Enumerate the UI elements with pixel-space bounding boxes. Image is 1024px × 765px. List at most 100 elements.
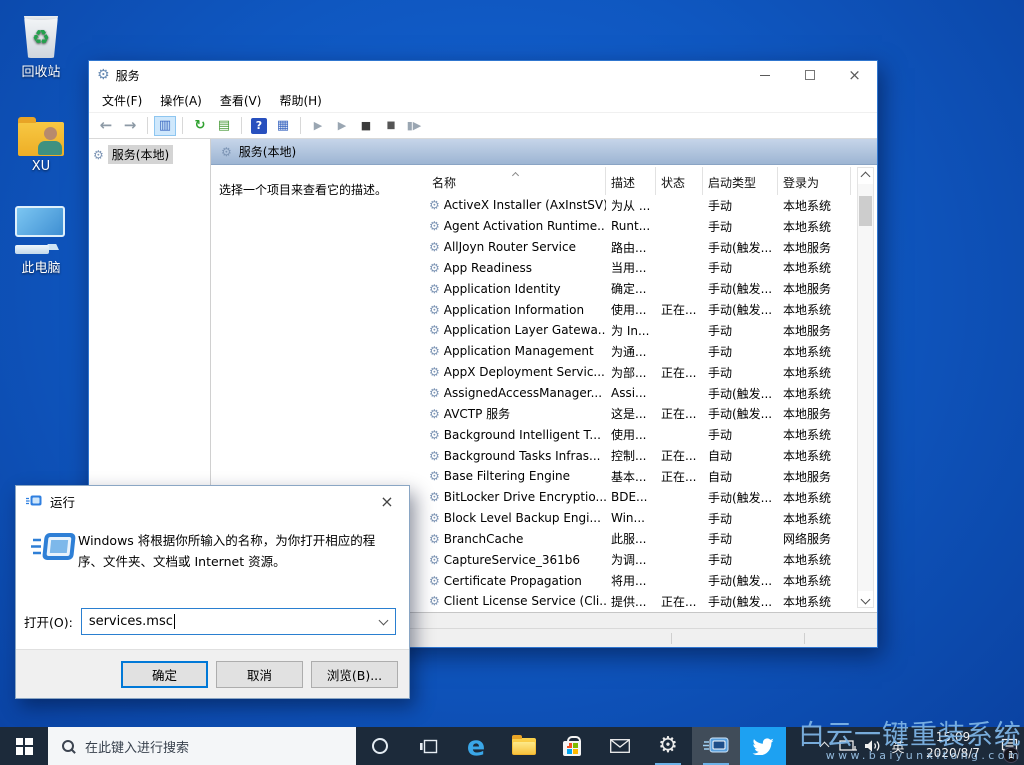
services-titlebar[interactable]: ⚙ 服务 × (89, 61, 877, 89)
menu-item[interactable]: 查看(V) (211, 89, 271, 112)
minimize-button[interactable] (742, 61, 787, 89)
service-row[interactable]: ⚙ Certificate Propagation 将用... 手动(触发...… (427, 570, 861, 591)
service-row[interactable]: ⚙ AllJoyn Router Service 路由... 手动(触发... … (427, 237, 861, 258)
cancel-button[interactable]: 取消 (216, 661, 303, 688)
service-row[interactable]: ⚙ Application Layer Gatewa... 为 In... 手动… (427, 320, 861, 341)
cortana-button[interactable] (356, 727, 404, 765)
service-status: 正在... (656, 593, 703, 610)
service-row[interactable]: ⚙ App Readiness 当用... 手动 本地系统 (427, 258, 861, 279)
service-startup-type: 手动(触发... (703, 572, 778, 589)
stop-service-icon[interactable]: ■ (355, 116, 377, 136)
column-header-logon-as[interactable]: 登录为 (778, 167, 851, 195)
service-gear-icon: ⚙ (429, 387, 440, 399)
refresh-icon[interactable]: ↻ (189, 116, 211, 136)
service-row[interactable]: ⚙ Agent Activation Runtime... Runt... 手动… (427, 216, 861, 237)
services-list[interactable]: ⚙ ActiveX Installer (AxInstSV) 为从 ... 手动… (427, 195, 861, 612)
service-row[interactable]: ⚙ Base Filtering Engine 基本... 正在... 自动 本… (427, 466, 861, 487)
tree-item-services-local[interactable]: ⚙ 服务(本地) (93, 145, 206, 164)
service-name: Application Layer Gatewa... (444, 323, 606, 337)
service-logon-as: 本地系统 (778, 343, 851, 360)
menu-item[interactable]: 文件(F) (93, 89, 151, 112)
store-button[interactable] (548, 727, 596, 765)
service-row[interactable]: ⚙ BranchCache 此服... 手动 网络服务 (427, 529, 861, 550)
open-combobox[interactable]: services.msc (81, 608, 396, 635)
browse-button[interactable]: 浏览(B)... (311, 661, 398, 688)
hidden-icons-chevron[interactable] (812, 743, 836, 750)
twitter-button[interactable] (740, 727, 786, 765)
network-tray-icon[interactable] (836, 740, 860, 753)
open-input-value[interactable]: services.msc (89, 614, 173, 629)
services-node-icon: ⚙ (93, 149, 104, 161)
file-explorer-button[interactable] (500, 727, 548, 765)
service-row[interactable]: ⚙ Application Management 为通... 手动 本地系统 (427, 341, 861, 362)
menu-item[interactable]: 操作(A) (151, 89, 211, 112)
service-startup-type: 手动 (703, 426, 778, 443)
edge-button[interactable]: e (452, 727, 500, 765)
scroll-up-icon[interactable] (858, 168, 873, 184)
service-gear-icon: ⚙ (429, 220, 440, 232)
edge-icon: e (467, 733, 485, 760)
pause-service-icon[interactable]: ▮▮ (379, 116, 401, 136)
service-row[interactable]: ⚙ CaptureService_361b6 为调... 手动 本地系统 (427, 549, 861, 570)
run-taskbar-button[interactable] (692, 727, 740, 765)
back-icon[interactable]: ← (95, 116, 117, 136)
column-header-startup-type[interactable]: 启动类型 (703, 167, 778, 195)
menu-item[interactable]: 帮助(H) (270, 89, 330, 112)
column-header-status[interactable]: 状态 (656, 167, 703, 195)
restart-service-icon[interactable]: ▮▶ (403, 116, 425, 136)
service-row[interactable]: ⚙ Background Tasks Infras... 控制... 正在...… (427, 445, 861, 466)
service-gear-icon: ⚙ (429, 366, 440, 378)
service-description: 这是... (606, 405, 656, 422)
service-description: 为部... (606, 364, 656, 381)
service-row[interactable]: ⚙ ActiveX Installer (AxInstSV) 为从 ... 手动… (427, 195, 861, 216)
taskbar-search[interactable]: 在此键入进行搜索 (48, 727, 356, 765)
mail-button[interactable] (596, 727, 644, 765)
scroll-down-icon[interactable] (858, 591, 873, 607)
start-service-icon[interactable]: ▶ (307, 116, 329, 136)
taskbar-clock[interactable]: 15:09 2020/8/7 (912, 730, 994, 761)
scrollbar-thumb[interactable] (859, 196, 872, 226)
notification-count-badge[interactable]: 1 (1003, 747, 1019, 763)
service-gear-icon: ⚙ (429, 262, 440, 274)
run-description: Windows 将根据你所输入的名称，为你打开相应的程序、文件夹、文档或 Int… (78, 530, 390, 573)
desktop-icon-recycle-bin[interactable]: ♻ 回收站 (8, 6, 74, 80)
start-button[interactable] (0, 727, 48, 765)
input-language-indicator[interactable]: 英 (884, 737, 912, 756)
service-startup-type: 手动 (703, 259, 778, 276)
service-row[interactable]: ⚙ BitLocker Drive Encryptio... BDE... 手动… (427, 487, 861, 508)
service-row[interactable]: ⚙ Application Information 使用... 正在... 手动… (427, 299, 861, 320)
show-action-pane-icon[interactable]: ▦ (272, 116, 294, 136)
help-icon[interactable]: ? (248, 116, 270, 136)
service-row[interactable]: ⚙ AssignedAccessManager... Assi... 手动(触发… (427, 383, 861, 404)
task-view-button[interactable] (404, 727, 452, 765)
show-console-tree-icon[interactable]: ▥ (154, 116, 176, 136)
service-row[interactable]: ⚙ Application Identity 确定... 手动(触发... 本地… (427, 278, 861, 299)
open-label: 打开(O): (24, 612, 73, 631)
column-header-description[interactable]: 描述 (606, 167, 656, 195)
desktop-icon-xu-folder[interactable]: XU (8, 104, 74, 174)
forward-icon[interactable]: → (119, 116, 141, 136)
service-row[interactable]: ⚙ AppX Deployment Servic... 为部... 正在... … (427, 362, 861, 383)
chevron-down-icon[interactable] (379, 615, 389, 625)
service-logon-as: 本地系统 (778, 385, 851, 402)
run-close-button[interactable]: × (365, 486, 409, 516)
resume-service-icon[interactable]: ▶ (331, 116, 353, 136)
settings-button[interactable]: ⚙ (644, 727, 692, 765)
desktop-icon-this-pc[interactable]: 此电脑 (8, 202, 74, 276)
service-name: Certificate Propagation (444, 574, 582, 588)
service-row[interactable]: ⚙ Background Intelligent T... 使用... 手动 本… (427, 424, 861, 445)
service-name: AppX Deployment Servic... (444, 365, 605, 379)
service-row[interactable]: ⚙ Block Level Backup Engi... Win... 手动 本… (427, 508, 861, 529)
service-logon-as: 本地系统 (778, 197, 851, 214)
service-startup-type: 手动 (703, 551, 778, 568)
vertical-scrollbar[interactable] (857, 167, 874, 608)
close-button[interactable]: × (832, 61, 877, 89)
volume-tray-icon[interactable] (860, 739, 884, 753)
run-titlebar[interactable]: 运行 × (16, 486, 409, 516)
ok-button[interactable]: 确定 (121, 661, 208, 688)
column-header-name[interactable]: 名称 (427, 167, 606, 195)
maximize-button[interactable] (787, 61, 832, 89)
service-row[interactable]: ⚙ Client License Service (Cli... 提供... 正… (427, 591, 861, 612)
service-row[interactable]: ⚙ AVCTP 服务 这是... 正在... 手动(触发... 本地服务 (427, 403, 861, 424)
export-list-icon[interactable]: ▤ (213, 116, 235, 136)
